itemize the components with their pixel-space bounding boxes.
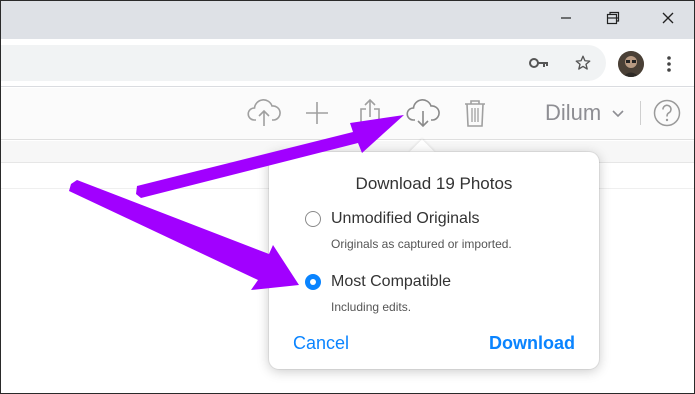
option-label-unmodified-originals[interactable]: Unmodified Originals: [331, 210, 480, 228]
share-icon[interactable]: [356, 93, 384, 133]
help-icon[interactable]: [651, 93, 683, 133]
user-name: Dilum: [545, 100, 602, 125]
download-button[interactable]: Download: [489, 333, 575, 354]
user-menu[interactable]: Dilum: [545, 99, 625, 127]
cancel-button[interactable]: Cancel: [293, 333, 349, 354]
option-description-unmodified-originals: Originals as captured or imported.: [331, 237, 512, 251]
option-description-most-compatible: Including edits.: [331, 300, 412, 314]
more-vertical-icon: [667, 56, 671, 72]
minimize-icon: [561, 17, 571, 19]
popover-title: Download 19 Photos: [355, 174, 513, 193]
option-label-most-compatible[interactable]: Most Compatible: [331, 273, 451, 291]
radio-most-compatible[interactable]: [305, 274, 321, 290]
browser-toolbar: [1, 39, 694, 87]
star-icon[interactable]: [569, 45, 597, 81]
chevron-down-icon: [612, 110, 624, 118]
trash-icon[interactable]: [461, 93, 489, 133]
download-popover: Download 19 Photos Unmodified Originals …: [269, 152, 599, 369]
avatar[interactable]: [618, 51, 644, 77]
add-icon[interactable]: [303, 93, 331, 133]
more-menu-button[interactable]: [657, 51, 681, 77]
annotation-arrow-to-most-compatible: [69, 180, 299, 290]
restore-icon: [606, 11, 620, 25]
minimize-button-visual[interactable]: [543, 1, 589, 35]
toolbar-divider: [640, 101, 641, 125]
address-bar[interactable]: [1, 45, 606, 81]
close-icon: [662, 12, 674, 24]
upload-icon[interactable]: [247, 93, 281, 133]
close-button[interactable]: [645, 1, 691, 35]
radio-unmodified-originals[interactable]: [305, 211, 321, 227]
restore-button[interactable]: [590, 1, 636, 35]
download-icon[interactable]: [405, 93, 441, 133]
key-icon[interactable]: [525, 45, 553, 81]
